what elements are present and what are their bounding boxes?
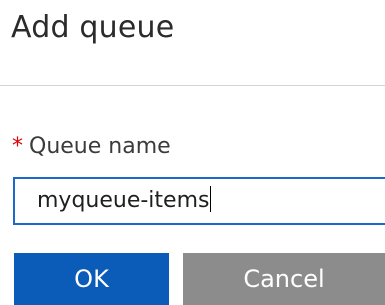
cancel-button[interactable]: Cancel bbox=[183, 253, 385, 305]
queue-name-label-text: Queue name bbox=[29, 134, 171, 159]
dialog-title: Add queue bbox=[11, 10, 175, 45]
queue-name-input[interactable]: myqueue-items bbox=[13, 177, 385, 225]
required-marker: * bbox=[12, 134, 23, 159]
header-divider bbox=[0, 85, 385, 86]
queue-name-label: * Queue name bbox=[12, 132, 171, 162]
ok-button[interactable]: OK bbox=[14, 253, 169, 305]
add-queue-dialog: Add queue * Queue name myqueue-items OK C… bbox=[0, 0, 385, 305]
queue-name-value: myqueue-items bbox=[37, 188, 210, 213]
